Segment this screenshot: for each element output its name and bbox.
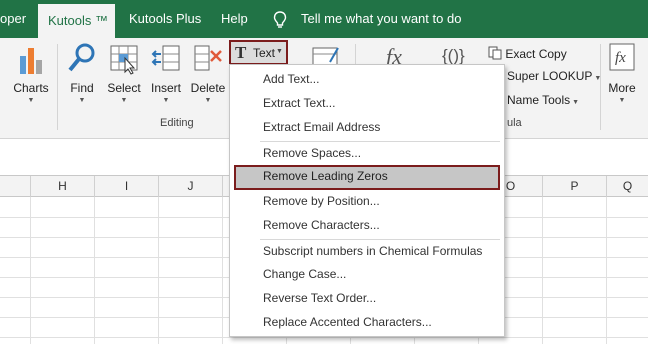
bar-chart-icon — [20, 48, 42, 74]
group-label-editing: Editing — [160, 117, 194, 129]
column-header-partial[interactable] — [0, 176, 31, 197]
svg-text:fx: fx — [615, 50, 626, 66]
menu-item-replace-accented[interactable]: Replace Accented Characters... — [234, 311, 500, 334]
menu-item-remove-characters[interactable]: Remove Characters... — [234, 214, 500, 237]
menu-item-remove-by-position[interactable]: Remove by Position... — [234, 190, 500, 213]
charts-label: Charts — [13, 81, 49, 95]
menu-item-reverse-text-order[interactable]: Reverse Text Order... — [234, 287, 500, 310]
exact-copy-button[interactable]: Exact Copy — [488, 46, 567, 61]
fx-box-icon: fx — [609, 43, 635, 71]
tab-kutools[interactable]: Kutools ™ — [38, 4, 115, 38]
tab-developer[interactable]: oper — [0, 0, 26, 38]
group-label-formula: ula — [507, 117, 522, 129]
select-grid-icon — [110, 45, 138, 75]
menu-item-change-case[interactable]: Change Case... — [234, 263, 500, 286]
select-button[interactable]: Select ▼ — [104, 38, 144, 128]
menu-item-extract-email[interactable]: Extract Email Address — [234, 116, 500, 139]
delete-label: Delete — [190, 81, 226, 95]
select-label: Select — [107, 81, 141, 95]
insert-label: Insert — [150, 81, 181, 95]
ribbon-separator — [600, 44, 601, 130]
charts-button[interactable]: Charts ▼ — [6, 38, 56, 128]
chevron-down-icon: ▼ — [162, 97, 170, 104]
chevron-down-icon: ▼ — [120, 97, 128, 104]
column-header-i[interactable]: I — [95, 176, 159, 197]
delete-button[interactable]: Delete ▼ — [188, 38, 228, 128]
lightbulb-icon — [273, 11, 287, 28]
ribbon-separator — [57, 44, 58, 130]
column-header-j[interactable]: J — [159, 176, 223, 197]
more-label: More — [608, 81, 636, 95]
text-button-label: Text — [253, 46, 276, 60]
delete-icon — [194, 45, 222, 71]
copy-icon — [488, 46, 502, 60]
ribbon-tab-bar: oper Kutools ™ Kutools Plus Help Tell me… — [0, 0, 648, 38]
column-header-q[interactable]: Q — [607, 176, 648, 197]
chevron-down-icon: ▼ — [572, 99, 580, 106]
column-header-p[interactable]: P — [543, 176, 607, 197]
exact-copy-label: Exact Copy — [505, 47, 567, 61]
super-lookup-label: Super LOOKUP — [507, 69, 593, 83]
tab-kutools-plus[interactable]: Kutools Plus — [129, 0, 201, 38]
find-label: Find — [70, 81, 94, 95]
text-dropdown-menu: Add Text... Extract Text... Extract Emai… — [229, 64, 505, 337]
more-button[interactable]: fx More ▼ — [602, 38, 642, 128]
name-tools-button[interactable]: Name Tools ▼ — [507, 93, 579, 107]
menu-item-add-text[interactable]: Add Text... — [234, 68, 500, 91]
name-tools-label: Name Tools — [507, 93, 571, 107]
chevron-down-icon: ▼ — [204, 97, 212, 104]
tell-me-search[interactable]: Tell me what you want to do — [273, 0, 462, 38]
text-t-icon: T — [235, 43, 247, 62]
chevron-down-icon: ▼ — [78, 97, 86, 104]
column-header-h[interactable]: H — [31, 176, 95, 197]
menu-item-extract-text[interactable]: Extract Text... — [234, 92, 500, 115]
chevron-down-icon: ▼ — [27, 97, 35, 104]
tell-me-text: Tell me what you want to do — [301, 11, 462, 26]
chevron-down-icon: ▼ — [618, 97, 626, 104]
tab-help[interactable]: Help — [221, 0, 248, 38]
braces-icon[interactable]: {()} — [442, 46, 465, 66]
menu-item-subscript-chemical[interactable]: Subscript numbers in Chemical Formulas — [234, 240, 500, 263]
magnifier-icon — [68, 43, 95, 72]
chevron-down-icon: ▼ — [276, 48, 283, 55]
menu-item-remove-leading-zeros[interactable]: Remove Leading Zeros — [234, 165, 500, 190]
menu-item-remove-spaces[interactable]: Remove Spaces... — [234, 142, 500, 165]
text-dropdown-button[interactable]: T Text ▼ — [229, 40, 288, 65]
find-button[interactable]: Find ▼ — [60, 38, 104, 128]
super-lookup-button[interactable]: Super LOOKUP ▼ — [507, 69, 601, 83]
insert-button[interactable]: Insert ▼ — [145, 38, 187, 128]
insert-icon — [151, 45, 180, 71]
